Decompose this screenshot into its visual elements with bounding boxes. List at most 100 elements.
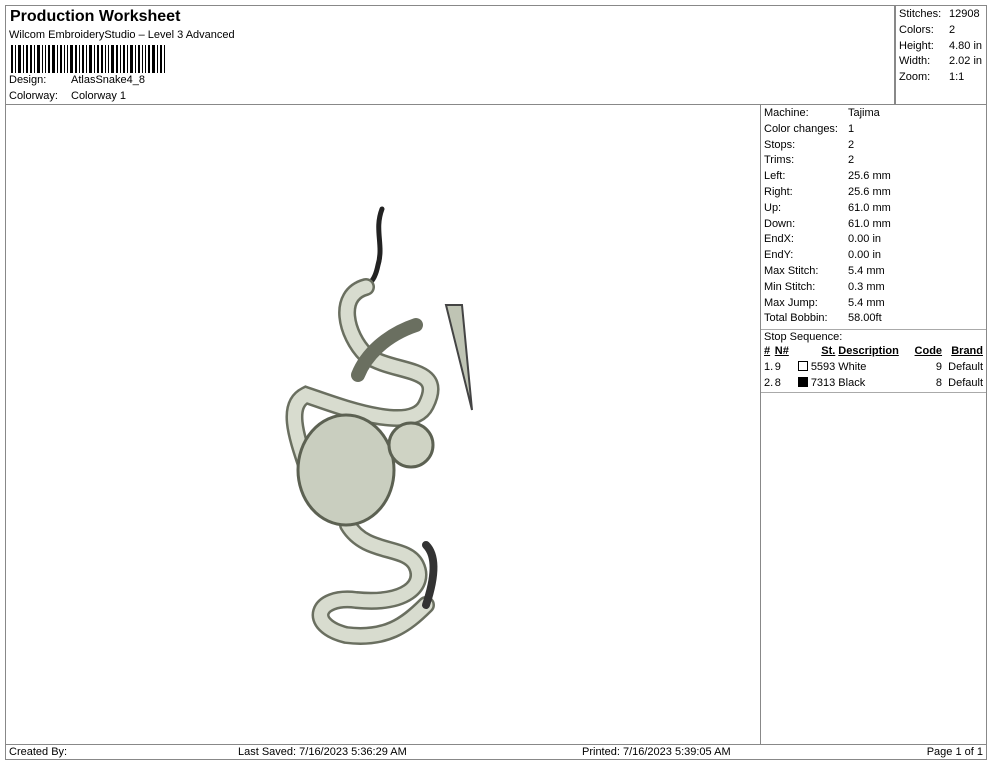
barcode xyxy=(11,45,201,73)
property-value: 58.00ft xyxy=(848,312,882,325)
colorway-label: Colorway: xyxy=(9,90,58,102)
stop-number: 1. xyxy=(764,360,774,373)
stop-sequence: Stop Sequence: # N# St. Description Code… xyxy=(761,329,986,394)
barcode-bar xyxy=(160,45,162,73)
property-label: Stops: xyxy=(764,138,796,151)
barcode-bar xyxy=(37,45,40,73)
machine-properties: Machine: Tajima Color changes: 1 Stops: 2 Trim… xyxy=(761,105,986,328)
property-label: Down: xyxy=(764,217,796,230)
property-value: 1 xyxy=(848,122,855,135)
property-label: Machine: xyxy=(764,107,809,119)
property-label: Trims: xyxy=(764,154,795,167)
barcode-bar xyxy=(52,45,55,73)
properties-panel: Machine: Tajima Color changes: 1 Stops: 2 Trim… xyxy=(760,104,987,745)
thread-description: White xyxy=(838,360,867,373)
barcode-bar xyxy=(123,45,125,73)
property-label: EndY: xyxy=(764,249,794,262)
colorway-row: Colorway: Colorway 1 xyxy=(9,90,126,102)
property-row: Color changes: 1 xyxy=(764,122,983,138)
barcode-bar xyxy=(26,45,28,73)
barcode-bar xyxy=(111,45,114,73)
table-row: 1. 9 5593 White 9 Default xyxy=(764,359,983,375)
stat-row: Height: 4.80 in xyxy=(899,39,983,55)
property-value: 0.3 mm xyxy=(848,280,885,293)
col-header: Description xyxy=(838,345,899,358)
barcode-bar xyxy=(34,45,35,73)
col-header: Brand xyxy=(951,345,983,358)
property-label: Max Jump: xyxy=(764,296,818,309)
stat-label: Width: xyxy=(899,55,931,68)
needle-number: 9 xyxy=(774,360,781,373)
worksheet-footer: Created By: Last Saved: 7/16/2023 5:36:2… xyxy=(5,744,987,760)
property-label: Min Stitch: xyxy=(764,280,816,293)
barcode-bar xyxy=(60,45,62,73)
stat-label: Colors: xyxy=(899,23,934,36)
thread-brand: Default xyxy=(948,376,983,389)
property-row: Up: 61.0 mm xyxy=(764,201,983,217)
thread-number: 7313 xyxy=(810,376,836,389)
property-row: Trims: 2 xyxy=(764,153,983,169)
property-row: Max Jump: 5.4 mm xyxy=(764,296,983,312)
barcode-bar xyxy=(67,45,68,73)
stat-value: 12908 xyxy=(949,8,980,20)
barcode-bar xyxy=(82,45,84,73)
barcode-bar xyxy=(152,45,155,73)
printed-date: Printed: 7/16/2023 5:39:05 AM xyxy=(582,746,731,758)
stat-row: Zoom: 1:1 xyxy=(899,70,983,86)
barcode-bar xyxy=(30,45,32,73)
property-row: Max Stitch: 5.4 mm xyxy=(764,264,983,280)
property-value: 5.4 mm xyxy=(848,296,885,309)
barcode-bar xyxy=(64,45,65,73)
stop-sequence-table: # N# St. Description Code Brand 1. 9 559… xyxy=(764,343,983,390)
barcode-bar xyxy=(23,45,24,73)
stat-label: Stitches: xyxy=(899,8,942,20)
barcode-bar xyxy=(15,45,16,73)
design-preview xyxy=(5,104,761,745)
thread-brand: Default xyxy=(948,360,983,373)
barcode-bar xyxy=(130,45,133,73)
color-swatch xyxy=(797,376,808,387)
property-label: Up: xyxy=(764,201,782,214)
barcode-bar xyxy=(89,45,92,73)
design-row: Design: AtlasSnake4_8 xyxy=(9,74,145,86)
property-label: Color changes: xyxy=(764,122,838,135)
barcode-bar xyxy=(145,45,146,73)
barcode-bar xyxy=(105,45,106,73)
property-row: Right: 25.6 mm xyxy=(764,185,983,201)
property-value: 2 xyxy=(848,138,855,151)
barcode-bar xyxy=(11,45,13,73)
property-value: 0.00 in xyxy=(848,249,882,262)
stat-row: Stitches: 12908 xyxy=(899,7,983,23)
col-header: Code xyxy=(914,345,943,358)
property-row: Machine: Tajima xyxy=(764,106,983,122)
property-label: Left: xyxy=(764,170,786,183)
col-header: N# xyxy=(774,345,789,358)
stat-value: 2.02 in xyxy=(949,55,983,68)
barcode-bar xyxy=(101,45,103,73)
colorway-value: Colorway 1 xyxy=(71,90,127,102)
barcode-bar xyxy=(75,45,77,73)
property-value: 61.0 mm xyxy=(848,217,891,230)
property-value: 0.00 in xyxy=(848,233,882,246)
created-by: Created By: xyxy=(9,746,68,758)
barcode-bar xyxy=(42,45,43,73)
last-saved: Last Saved: 7/16/2023 5:36:29 AM xyxy=(238,746,407,758)
color-swatch xyxy=(797,360,808,371)
property-label: Max Stitch: xyxy=(764,264,819,277)
property-label: EndX: xyxy=(764,233,794,246)
thread-number: 5593 xyxy=(810,360,836,373)
barcode-bar xyxy=(94,45,95,73)
barcode-bar xyxy=(108,45,109,73)
stat-label: Height: xyxy=(899,39,934,52)
barcode-bar xyxy=(148,45,150,73)
property-value: 5.4 mm xyxy=(848,264,885,277)
col-header: St. xyxy=(821,345,836,358)
barcode-bar xyxy=(120,45,121,73)
barcode-bar xyxy=(86,45,87,73)
property-row: EndY: 0.00 in xyxy=(764,248,983,264)
worksheet-header: Production Worksheet Wilcom EmbroiderySt… xyxy=(5,5,895,105)
stat-row: Colors: 2 xyxy=(899,23,983,39)
page-number: Page 1 of 1 xyxy=(926,746,983,758)
property-label: Right: xyxy=(764,185,793,198)
col-header: # xyxy=(764,345,771,358)
